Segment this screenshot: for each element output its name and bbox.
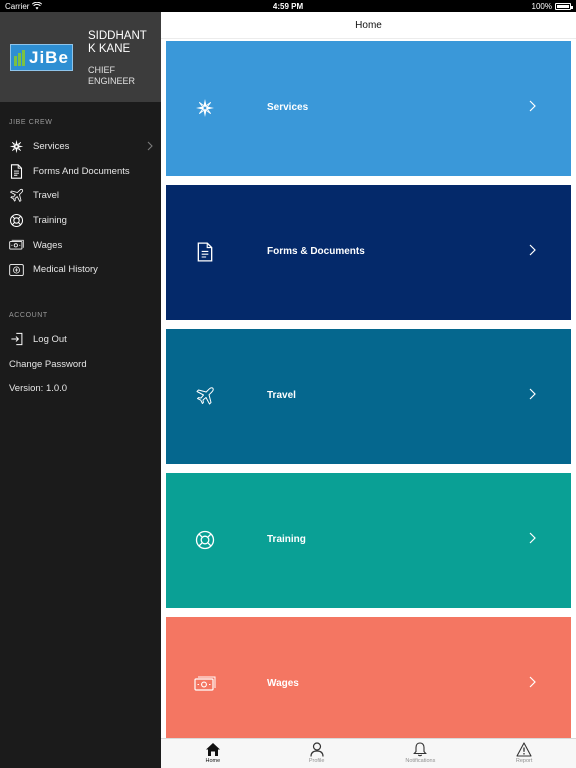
- sidebar-item-training[interactable]: Training: [0, 208, 161, 233]
- battery-percent: 100%: [531, 1, 552, 11]
- logo-text: JiBe: [29, 47, 69, 67]
- crew-menu: Services Forms And Documents Travel Trai…: [0, 134, 161, 282]
- card-title: Training: [267, 534, 306, 545]
- banknote-icon: [194, 673, 216, 695]
- compass-icon: [194, 97, 216, 119]
- airplane-icon: [194, 385, 216, 407]
- navigation-bar: Home: [161, 12, 576, 39]
- logout-icon: [9, 332, 24, 347]
- sidebar-item-travel[interactable]: Travel: [0, 183, 161, 208]
- sidebar-item-label: Services: [33, 140, 70, 152]
- logout-button[interactable]: Log Out: [0, 327, 161, 352]
- logo-mark-icon: [14, 49, 26, 66]
- battery-group: 100%: [531, 1, 573, 11]
- carrier-label: Carrier: [5, 1, 30, 11]
- tab-label: Home: [205, 758, 221, 764]
- tab-label: Report: [515, 758, 533, 764]
- airplane-icon: [9, 188, 24, 203]
- change-password-link[interactable]: Change Password: [0, 352, 161, 377]
- chevron-right-icon: [529, 388, 536, 400]
- banknote-icon: [9, 238, 24, 253]
- tab-label: Notifications: [405, 758, 436, 764]
- home-cards: Services Forms & Documents Travel Traini…: [166, 41, 571, 761]
- sidebar-item-label: Training: [33, 214, 67, 226]
- chevron-right-icon: [529, 676, 536, 688]
- sidebar-item-label: Medical History: [33, 264, 98, 276]
- card-title: Forms & Documents: [267, 246, 365, 257]
- sidebar-item-medical-history[interactable]: Medical History: [0, 257, 161, 282]
- card-training[interactable]: Training: [166, 473, 571, 608]
- sidebar-item-forms-and-documents[interactable]: Forms And Documents: [0, 159, 161, 184]
- home-icon: [205, 743, 220, 756]
- page-title: Home: [355, 19, 382, 31]
- card-title: Travel: [267, 390, 296, 401]
- logout-label: Log Out: [33, 333, 67, 345]
- chevron-right-icon: [529, 244, 536, 256]
- tab-home[interactable]: Home: [161, 739, 265, 768]
- status-bar: Carrier 4:59 PM 100%: [0, 0, 576, 12]
- card-title: Wages: [267, 678, 299, 689]
- lifebuoy-icon: [9, 213, 24, 228]
- sidebar-item-wages[interactable]: Wages: [0, 233, 161, 258]
- person-icon: [310, 742, 324, 757]
- profile-name: SIDDHANT K KANE: [88, 30, 147, 55]
- medical-record-icon: [9, 262, 24, 277]
- profile-role: CHIEF ENGINEER: [88, 65, 136, 86]
- card-travel[interactable]: Travel: [166, 329, 571, 464]
- sidebar-item-label: Travel: [33, 190, 60, 202]
- wifi-icon: [32, 2, 43, 10]
- tab-notifications[interactable]: Notifications: [369, 739, 473, 768]
- section-header-account: ACCOUNT: [9, 312, 48, 320]
- chevron-right-icon: [529, 100, 536, 112]
- battery-icon: [555, 2, 573, 10]
- card-services[interactable]: Services: [166, 41, 571, 176]
- lifebuoy-icon: [194, 529, 216, 551]
- card-title: Services: [267, 102, 309, 113]
- sidebar-item-label: Wages: [33, 239, 63, 251]
- carrier-group: Carrier: [5, 1, 43, 11]
- document-icon: [194, 241, 216, 263]
- tab-bar: Home Profile Notifications Report: [161, 738, 576, 768]
- compass-icon: [9, 139, 24, 154]
- clock: 4:59 PM: [272, 1, 304, 11]
- profile-header: JiBe SIDDHANT K KANE CHIEF ENGINEER: [0, 12, 161, 102]
- chevron-right-icon: [147, 141, 153, 151]
- chevron-right-icon: [529, 532, 536, 544]
- tab-report[interactable]: Report: [472, 739, 576, 768]
- card-forms-documents[interactable]: Forms & Documents: [166, 185, 571, 320]
- app-version: Version: 1.0.0: [9, 383, 68, 395]
- document-icon: [9, 163, 24, 179]
- card-wages[interactable]: Wages: [166, 617, 571, 752]
- profile-info: SIDDHANT K KANE CHIEF ENGINEER: [88, 30, 152, 87]
- bell-icon: [413, 742, 428, 757]
- tab-profile[interactable]: Profile: [265, 739, 369, 768]
- tab-label: Profile: [308, 758, 325, 764]
- section-header-crew: JIBE CREW: [9, 119, 53, 126]
- home-screen: Home Services Forms & Documents Travel T…: [161, 12, 576, 768]
- side-menu: JiBe SIDDHANT K KANE CHIEF ENGINEER JIBE…: [0, 12, 161, 768]
- warning-icon: [516, 742, 532, 757]
- jibe-logo: JiBe: [10, 44, 73, 71]
- sidebar-item-services[interactable]: Services: [0, 134, 161, 159]
- sidebar-item-label: Forms And Documents: [33, 165, 130, 177]
- account-menu: Log Out Change Password Version: 1.0.0: [0, 327, 161, 401]
